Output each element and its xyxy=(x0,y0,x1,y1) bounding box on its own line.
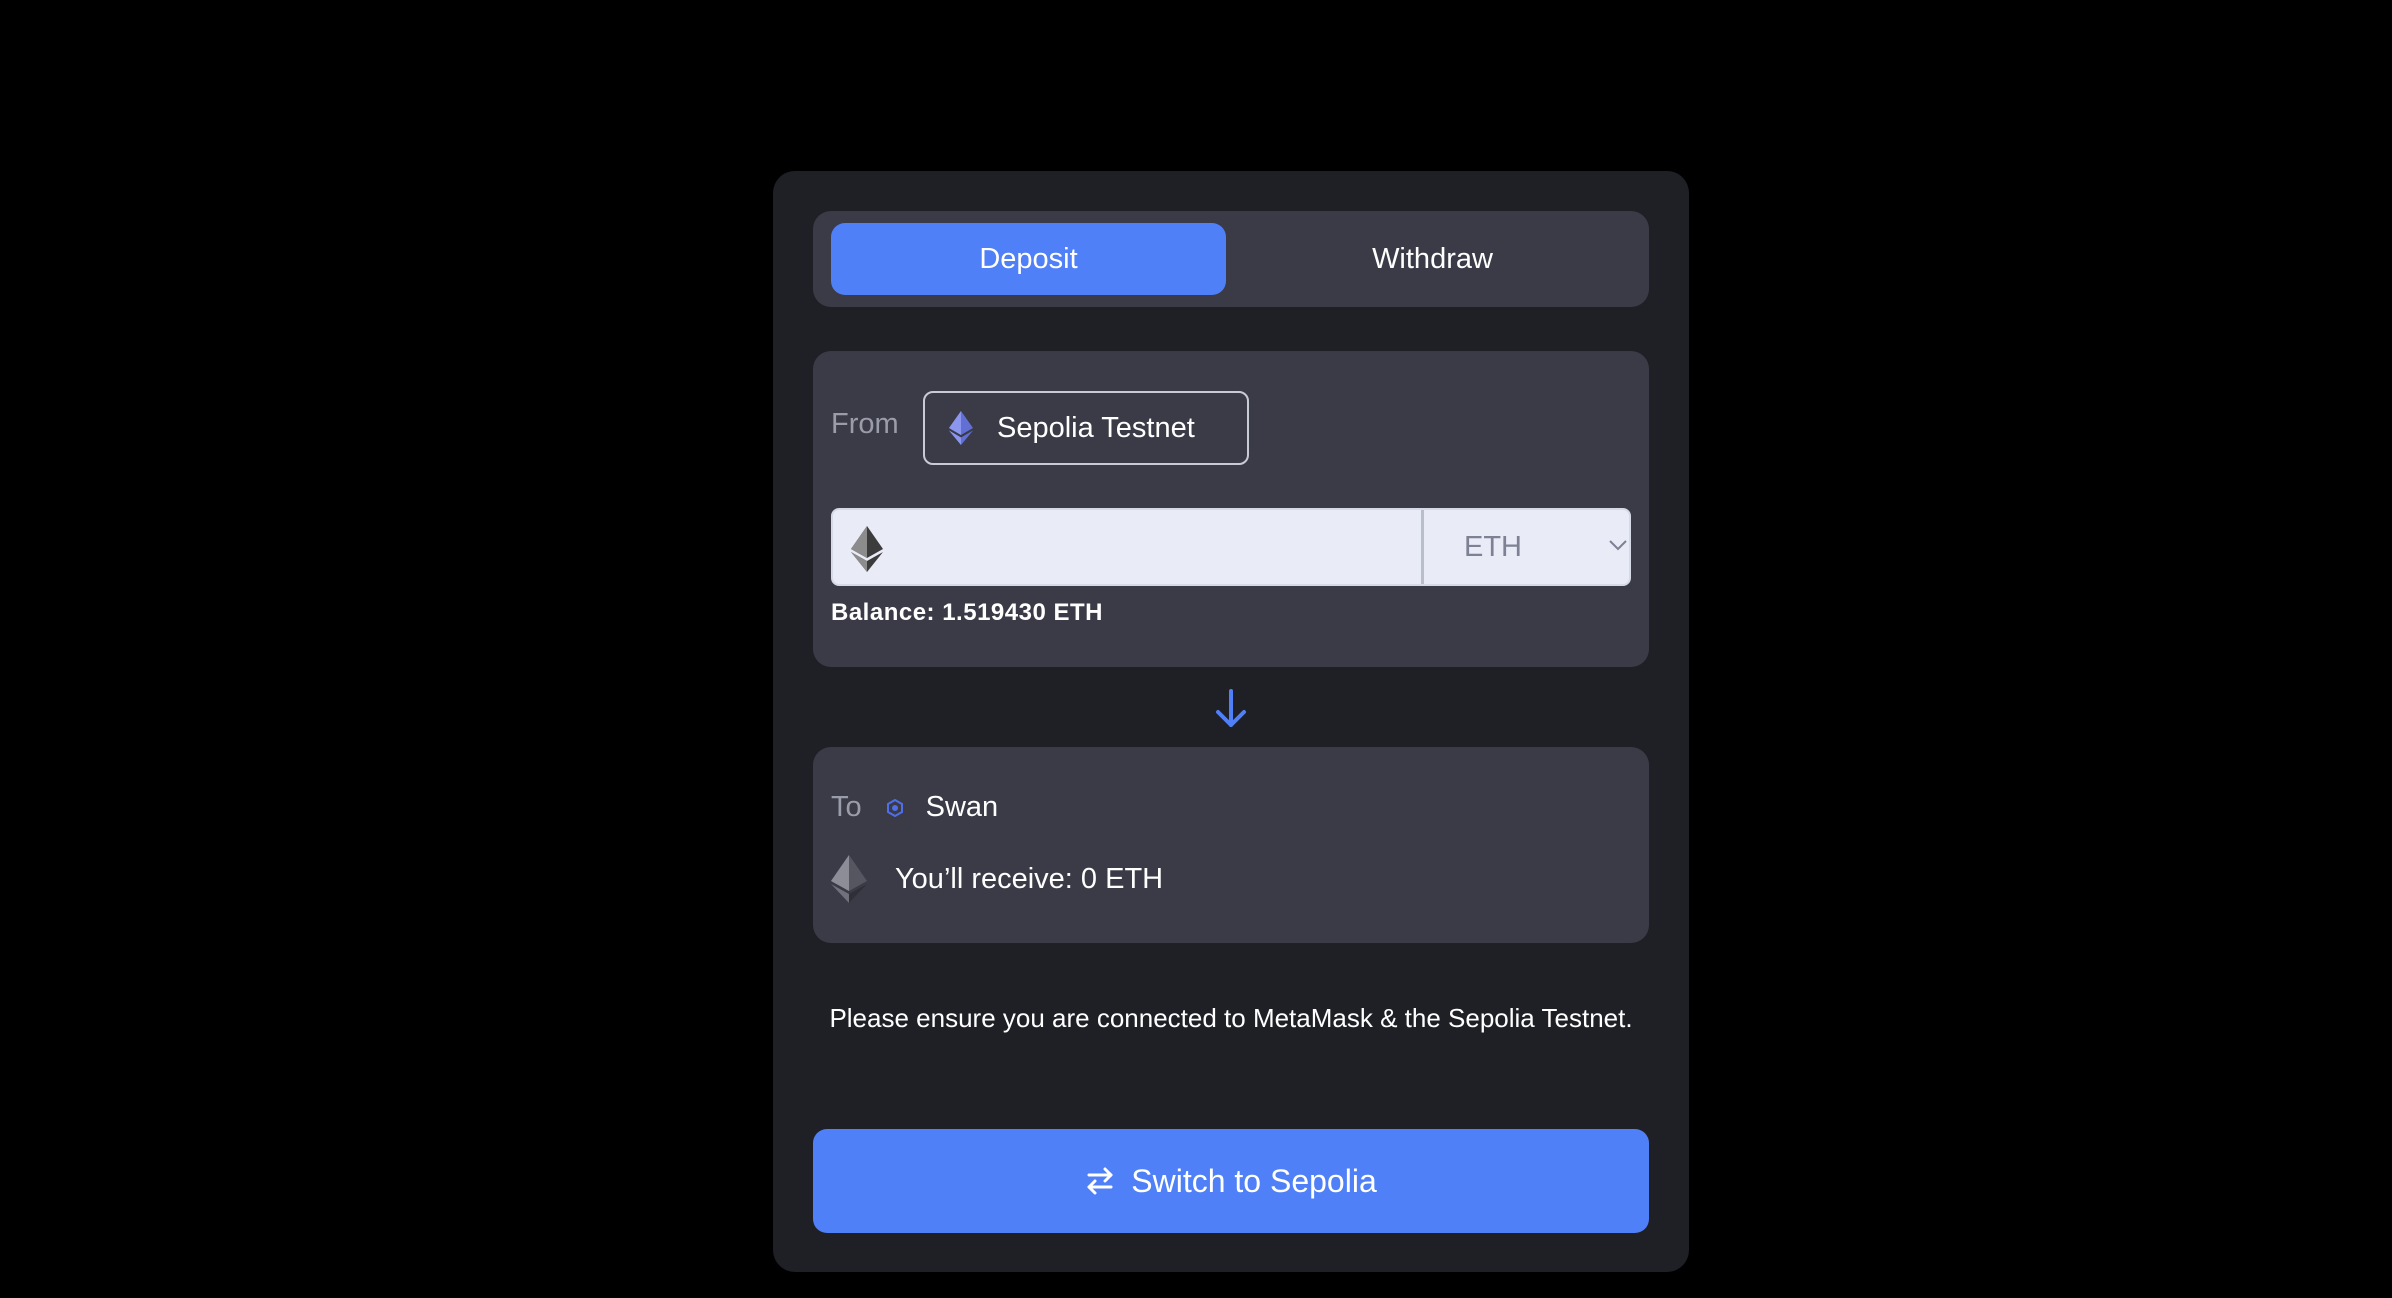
to-panel: To Swan You’ll receive: 0 ETH xyxy=(813,747,1649,943)
from-network-label: Sepolia Testnet xyxy=(997,411,1195,444)
amount-field: ETH xyxy=(831,508,1631,586)
from-label: From xyxy=(831,408,899,440)
amount-input[interactable] xyxy=(897,510,1421,584)
ethereum-icon xyxy=(831,855,867,903)
ethereum-icon xyxy=(949,411,973,445)
from-panel: From Sepolia Testnet ETH Balance: 1.5194… xyxy=(813,351,1649,667)
to-network: To Swan xyxy=(831,791,998,824)
chevron-down-icon xyxy=(1608,538,1628,552)
balance-text: Balance: 1.519430 ETH xyxy=(831,599,1103,626)
connection-notice: Please ensure you are connected to MetaM… xyxy=(829,1003,1633,1033)
swap-icon xyxy=(1085,1166,1115,1196)
to-label: To xyxy=(831,791,862,823)
from-network-selector[interactable]: Sepolia Testnet xyxy=(923,391,1249,465)
switch-network-button[interactable]: Switch to Sepolia xyxy=(813,1129,1649,1233)
token-select[interactable]: ETH xyxy=(1421,510,1629,584)
ethereum-icon xyxy=(851,526,883,572)
mode-tabs: Deposit Withdraw xyxy=(813,211,1649,307)
to-network-label: Swan xyxy=(925,791,999,823)
bridge-card: Deposit Withdraw From Sepolia Testnet ET… xyxy=(773,171,1689,1272)
arrow-down-icon xyxy=(1213,689,1249,729)
token-select-value: ETH xyxy=(1464,530,1522,563)
receive-amount: You’ll receive: 0 ETH xyxy=(895,862,1164,895)
switch-network-label: Switch to Sepolia xyxy=(1131,1162,1377,1199)
swan-icon xyxy=(886,798,904,817)
tab-withdraw[interactable]: Withdraw xyxy=(1235,223,1630,295)
receive-summary: You’ll receive: 0 ETH xyxy=(831,855,1163,903)
tab-deposit[interactable]: Deposit xyxy=(831,223,1226,295)
